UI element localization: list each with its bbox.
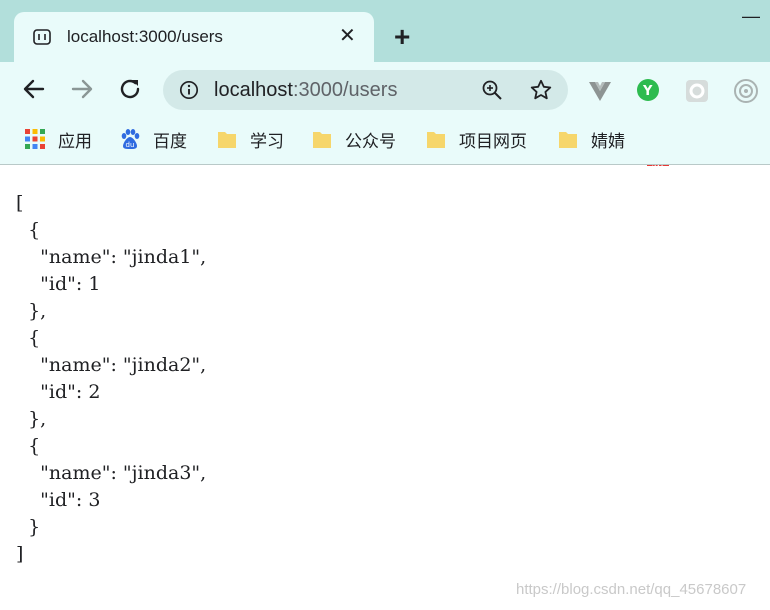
globe-icon [33,29,51,45]
tab-strip: localhost:3000/users ✕ + — [0,0,770,62]
bookmark-label: 婧婧 [591,131,625,151]
close-tab-icon[interactable]: ✕ [339,25,356,47]
json-response: [ { "name": "jinda1", "id": 1 }, { "name… [16,192,207,565]
folder-icon [313,132,331,148]
forward-arrow-icon[interactable] [69,76,95,102]
new-tab-button[interactable]: + [394,23,410,51]
folder-icon [218,132,236,148]
url-text[interactable]: localhost:3000/users [214,79,397,102]
url-path: :3000/users [292,79,398,101]
reload-icon[interactable] [117,76,143,102]
page-content: [ { "name": "jinda1", "id": 1 }, { "name… [0,166,770,610]
url-host: localhost [214,79,293,101]
baidu-paw-icon: du [121,129,140,149]
bookmarks-bar: 应用 du 百度 学习 公众号 项目网页 婧婧 [0,117,770,165]
minimize-button[interactable]: — [742,6,760,27]
address-bar[interactable]: localhost:3000/users [163,70,568,110]
gear-extension-icon[interactable] [684,78,710,104]
bookmark-label: 学习 [250,131,284,151]
wechat-extension-icon[interactable]: Y [636,78,662,104]
circle-extension-icon[interactable] [733,78,759,104]
tab-active[interactable]: localhost:3000/users ✕ [14,12,374,62]
svg-text:Y: Y [642,84,653,99]
info-icon[interactable] [179,80,199,100]
watermark: https://blog.csdn.net/qq_45678607 [516,581,747,598]
apps-grid-icon [25,129,45,149]
bookmark-folder-jingjing[interactable]: 婧婧 [557,127,625,151]
bookmark-label: 项目网页 [459,131,527,151]
folder-icon [559,132,577,148]
browser-toolbar: localhost:3000/users Y 新 [0,62,770,172]
bookmark-baidu[interactable]: du 百度 [119,127,187,151]
bookmark-apps[interactable]: 应用 [24,127,92,151]
back-arrow-icon[interactable] [21,76,47,102]
svg-text:du: du [126,141,135,149]
zoom-icon[interactable] [481,79,503,101]
folder-icon [427,132,445,148]
bookmark-label: 应用 [58,131,92,151]
bookmark-star-icon[interactable] [529,78,553,102]
bookmark-folder-study[interactable]: 学习 [216,127,284,151]
tab-title: localhost:3000/users [67,27,223,46]
bookmark-folder-official-accounts[interactable]: 公众号 [311,127,396,151]
bookmark-label: 公众号 [345,131,396,151]
vue-devtools-icon[interactable] [587,78,613,104]
bookmark-label: 百度 [153,131,187,151]
bookmark-folder-project-pages[interactable]: 项目网页 [425,127,527,151]
